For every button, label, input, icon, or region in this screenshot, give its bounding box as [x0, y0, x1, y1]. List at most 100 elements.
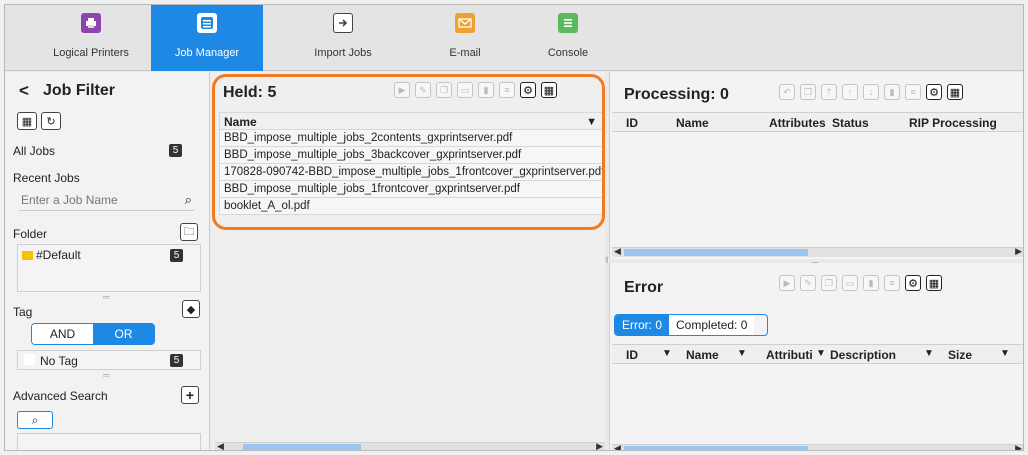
copy-icon[interactable]: ❐	[436, 82, 452, 98]
toolbar-logical-printers[interactable]: Logical Printers	[31, 5, 151, 71]
add-advanced-search-button[interactable]: +	[181, 386, 199, 404]
settings-gear-icon[interactable]: ⚙	[926, 84, 942, 100]
search-icon[interactable]: ⌕	[185, 192, 192, 208]
delete-icon[interactable]: ▮	[478, 82, 494, 98]
column-size[interactable]: Size	[948, 348, 972, 362]
properties-icon[interactable]: ≡	[884, 275, 900, 291]
held-job-row[interactable]: 170828-090742-BBD_impose_multiple_jobs_1…	[219, 164, 604, 181]
delete-icon[interactable]: ▮	[884, 84, 900, 100]
folder-list: #Default 5	[17, 244, 201, 292]
and-or-toggle: AND OR	[31, 323, 155, 345]
toolbar-console[interactable]: Console	[518, 5, 618, 71]
move-down-icon[interactable]: ↓	[863, 84, 879, 100]
filter-icon[interactable]: ▼	[737, 348, 747, 359]
copy-icon[interactable]: ❐	[821, 275, 837, 291]
tab-error[interactable]: Error: 0	[615, 315, 670, 335]
pdf-icon[interactable]: ▭	[457, 82, 473, 98]
column-status[interactable]: Status	[832, 116, 869, 130]
filter-icon[interactable]: ▼	[586, 113, 597, 131]
scrollbar-thumb[interactable]	[624, 446, 808, 450]
refresh-button[interactable]: ↻	[41, 112, 61, 130]
play-icon[interactable]: ▶	[394, 82, 410, 98]
scroll-right-icon[interactable]: ▶	[596, 441, 603, 450]
pdf-icon[interactable]: ▭	[842, 275, 858, 291]
filter-icon[interactable]: ▼	[924, 348, 934, 359]
move-top-icon[interactable]: ⇡	[821, 84, 837, 100]
splitter-handle[interactable]: ═	[103, 370, 109, 380]
view-toggle-button[interactable]: ▦	[17, 112, 37, 130]
filter-icon[interactable]: ▼	[1000, 348, 1010, 359]
add-folder-button[interactable]: 🗀	[180, 223, 198, 241]
held-horizontal-scrollbar[interactable]: ◀ ▶	[215, 441, 605, 450]
column-id[interactable]: ID	[626, 116, 638, 130]
processing-actions: ↶ ❐ ⇡ ↑ ↓ ▮ ≡ ⚙ ▦	[774, 84, 963, 100]
properties-icon[interactable]: ≡	[905, 84, 921, 100]
main-toolbar: Logical Printers Job Manager Import Jobs…	[5, 5, 1023, 71]
toolbar-email[interactable]: E-mail	[405, 5, 525, 71]
move-up-icon[interactable]: ↑	[842, 84, 858, 100]
properties-icon[interactable]: ≡	[499, 82, 515, 98]
edit-icon[interactable]: ✎	[415, 82, 431, 98]
error-actions: ▶ ✎ ❐ ▭ ▮ ≡ ⚙ ▦	[774, 275, 942, 291]
column-name[interactable]: Name	[676, 116, 709, 130]
settings-gear-icon[interactable]: ⚙	[905, 275, 921, 291]
grid-view-icon[interactable]: ▦	[541, 82, 557, 98]
error-table-header: ID ▼ Name ▼ Attributi ▼ Description ▼ Si…	[612, 344, 1023, 364]
held-job-table: Name ▼ BBD_impose_multiple_jobs_2content…	[219, 112, 604, 215]
scroll-left-icon[interactable]: ◀	[614, 246, 621, 257]
filter-icon[interactable]: ▼	[816, 348, 826, 359]
tab-completed[interactable]: Completed: 0	[669, 315, 755, 335]
error-title: Error	[624, 279, 664, 296]
column-rip-processing[interactable]: RIP Processing	[909, 116, 997, 130]
add-tag-button[interactable]: ◆	[182, 300, 200, 318]
toolbar-label: Job Manager	[174, 47, 240, 59]
grid-view-icon[interactable]: ▦	[926, 275, 942, 291]
scroll-left-icon[interactable]: ◀	[614, 443, 621, 450]
filter-icon[interactable]: ▼	[662, 348, 672, 359]
column-description[interactable]: Description	[830, 348, 896, 362]
all-jobs-item[interactable]: All Jobs	[13, 144, 55, 158]
held-panel: Held: 5 ▶ ✎ ❐ ▭ ▮ ≡ ⚙ ▦ Name ▼ BBD_impos…	[211, 72, 605, 450]
toolbar-import-jobs[interactable]: Import Jobs	[283, 5, 403, 71]
column-attributes[interactable]: Attributes	[769, 116, 826, 130]
and-button[interactable]: AND	[32, 324, 93, 344]
refresh-icon: ↻	[46, 115, 56, 128]
processing-horizontal-scrollbar[interactable]: ◀ ▶	[612, 246, 1023, 257]
job-name-input[interactable]	[19, 191, 169, 209]
scroll-right-icon[interactable]: ▶	[1015, 246, 1022, 257]
recent-jobs-label: Recent Jobs	[13, 171, 80, 185]
held-column-header[interactable]: Name ▼	[219, 112, 604, 130]
folder-item-default[interactable]: #Default	[22, 248, 81, 262]
play-icon[interactable]: ▶	[779, 275, 795, 291]
all-jobs-count: 5	[169, 144, 182, 157]
scroll-right-icon[interactable]: ▶	[1015, 443, 1022, 450]
scrollbar-thumb[interactable]	[243, 444, 361, 450]
scroll-left-icon[interactable]: ◀	[217, 441, 224, 450]
edit-icon[interactable]: ✎	[800, 275, 816, 291]
settings-gear-icon[interactable]: ⚙	[520, 82, 536, 98]
folder-item-label: #Default	[36, 248, 81, 262]
back-button[interactable]: <	[19, 81, 29, 101]
undo-icon[interactable]: ↶	[779, 84, 795, 100]
toolbar-job-manager[interactable]: Job Manager	[151, 5, 263, 71]
delete-icon[interactable]: ▮	[863, 275, 879, 291]
error-horizontal-scrollbar[interactable]: ◀ ▶	[612, 443, 1023, 450]
held-title: Held: 5	[223, 84, 277, 101]
name-column-label: Name	[224, 115, 257, 129]
held-job-row[interactable]: BBD_impose_multiple_jobs_2contents_gxpri…	[219, 130, 604, 147]
advanced-search-button[interactable]: ⌕	[17, 411, 53, 429]
column-attributes[interactable]: Attributi	[766, 348, 813, 362]
column-id[interactable]: ID	[626, 348, 638, 362]
grid-view-icon[interactable]: ▦	[947, 84, 963, 100]
email-icon	[455, 13, 475, 33]
copy-icon[interactable]: ❐	[800, 84, 816, 100]
scrollbar-thumb[interactable]	[624, 249, 808, 256]
or-button[interactable]: OR	[93, 324, 154, 344]
no-tag-checkbox[interactable]	[24, 354, 35, 365]
column-name[interactable]: Name	[686, 348, 719, 362]
held-job-row[interactable]: booklet_A_ol.pdf	[219, 198, 604, 215]
held-job-row[interactable]: BBD_impose_multiple_jobs_1frontcover_gxp…	[219, 181, 604, 198]
held-job-row[interactable]: BBD_impose_multiple_jobs_3backcover_gxpr…	[219, 147, 604, 164]
splitter-handle[interactable]: ═	[103, 292, 109, 302]
held-actions: ▶ ✎ ❐ ▭ ▮ ≡ ⚙ ▦	[389, 82, 557, 98]
